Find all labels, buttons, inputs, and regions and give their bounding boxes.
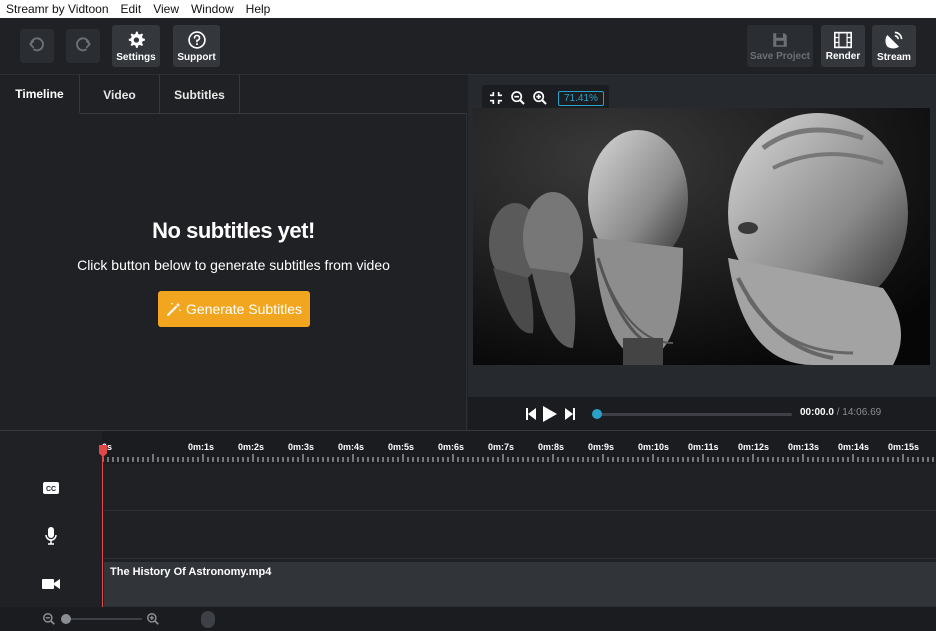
film-icon [834,31,852,48]
microphone-icon [45,526,57,545]
help-circle-icon [187,30,206,49]
time-display: 00:00.0 / 14:06.69 [800,407,881,418]
ruler-ticks [102,454,934,462]
menu-bar: Streamr by Vidtoon Edit View Window Help [0,0,936,18]
settings-button[interactable]: Settings [112,25,160,67]
ruler-label: 0m:8s [538,442,565,452]
seek-handle[interactable] [592,409,602,419]
skip-forward-icon[interactable] [565,408,575,420]
menu-help[interactable]: Help [240,2,277,16]
timeline-scrollbar-thumb[interactable] [201,611,215,628]
playhead[interactable] [102,445,103,607]
timeline-zoom-in-icon[interactable] [146,612,160,626]
zoom-out-icon[interactable] [510,90,526,106]
panel-tabs: Timeline Video Subtitles [0,75,467,114]
stream-button[interactable]: Stream [872,25,916,67]
settings-label: Settings [116,51,156,63]
stream-label: Stream [877,51,911,63]
render-label: Render [825,50,861,62]
floppy-disk-icon [773,32,787,47]
undo-icon [29,37,44,52]
support-button[interactable]: Support [173,25,220,67]
save-project-label: Save Project [749,50,811,62]
video-clip-name: The History Of Astronomy.mp4 [110,566,272,578]
ruler-label: 0m:1s [188,442,215,452]
playback-controls: 00:00.0 / 14:06.69 [468,397,936,430]
empty-state-description: Click button below to generate subtitles… [77,257,390,273]
ruler-label: 0m:10s [638,442,670,452]
timeline-panel: 0s 0m:1s 0m:2s 0m:3s 0m:4s 0m:5s 0m:6s 0m:7s 0m:… [0,430,936,631]
video-clip[interactable]: The History Of Astronomy.mp4 [104,562,936,606]
ruler-label: 0m:6s [438,442,465,452]
play-icon[interactable] [543,406,557,422]
ruler-label: 0m:7s [488,442,515,452]
zoom-level: 71.41% [558,90,604,106]
audio-track [0,512,936,559]
support-label: Support [177,51,216,63]
video-camera-icon [42,578,60,589]
undo-button[interactable] [20,29,54,63]
empty-state-title: No subtitles yet! [152,218,315,243]
timeline-zoom-out-icon[interactable] [42,612,56,626]
time-separator: / [836,407,840,418]
menu-view[interactable]: View [147,2,185,16]
menu-window[interactable]: Window [185,2,240,16]
generate-subtitles-button[interactable]: Generate Subtitles [158,291,310,327]
menu-edit[interactable]: Edit [115,2,148,16]
ruler-label: 0m:12s [738,442,770,452]
fit-screen-icon[interactable] [488,90,504,106]
time-ruler[interactable]: 0s 0m:1s 0m:2s 0m:3s 0m:4s 0m:5s 0m:6s 0m:7s 0m:… [102,431,936,464]
preview-panel: 71.41% 00:00.0 / 14:06.69 [468,75,936,430]
zoom-in-icon[interactable] [532,90,548,106]
generate-subtitles-label: Generate Subtitles [186,301,302,317]
subtitle-track-label: CC [0,464,102,511]
ruler-label: 0m:4s [338,442,365,452]
total-time: 14:06.69 [842,407,882,418]
tab-timeline[interactable]: Timeline [0,75,80,114]
gear-icon [128,31,145,48]
ruler-label: 0m:14s [838,442,870,452]
render-button[interactable]: Render [821,25,865,67]
video-track: The History Of Astronomy.mp4 [0,560,936,607]
satellite-dish-icon [885,31,903,49]
ruler-label: 0m:15s [888,442,920,452]
app-title: Streamr by Vidtoon [6,2,109,16]
skip-back-icon[interactable] [526,408,536,420]
svg-text:CC: CC [46,486,56,493]
toolbar: Settings Support Save Project Render Str… [0,18,936,75]
video-frame-image [473,108,930,365]
audio-track-label [0,512,102,559]
seek-bar[interactable] [596,413,792,416]
ruler-label: 0m:2s [238,442,265,452]
tab-subtitles[interactable]: Subtitles [160,75,240,114]
ruler-label: 0m:3s [288,442,315,452]
timeline-zoom-handle[interactable] [61,614,71,624]
subtitles-panel: No subtitles yet! Click button below to … [0,114,467,430]
redo-icon [76,37,91,52]
ruler-label: 0m:13s [788,442,820,452]
ruler-label: 0m:11s [688,442,719,452]
ruler-label: 0m:5s [388,442,415,452]
video-preview[interactable] [473,108,930,365]
timeline-zoom-slider[interactable] [62,618,142,620]
ruler-label: 0m:9s [588,442,615,452]
video-track-label [0,560,102,607]
magic-wand-icon [167,302,181,316]
current-time: 00:00.0 [800,407,834,418]
subtitle-track: CC [0,464,936,511]
save-project-button[interactable]: Save Project [747,25,813,67]
redo-button[interactable] [66,29,100,63]
timeline-zoom-bar [0,607,936,631]
tab-video[interactable]: Video [80,75,160,114]
closed-captions-icon: CC [43,481,59,494]
